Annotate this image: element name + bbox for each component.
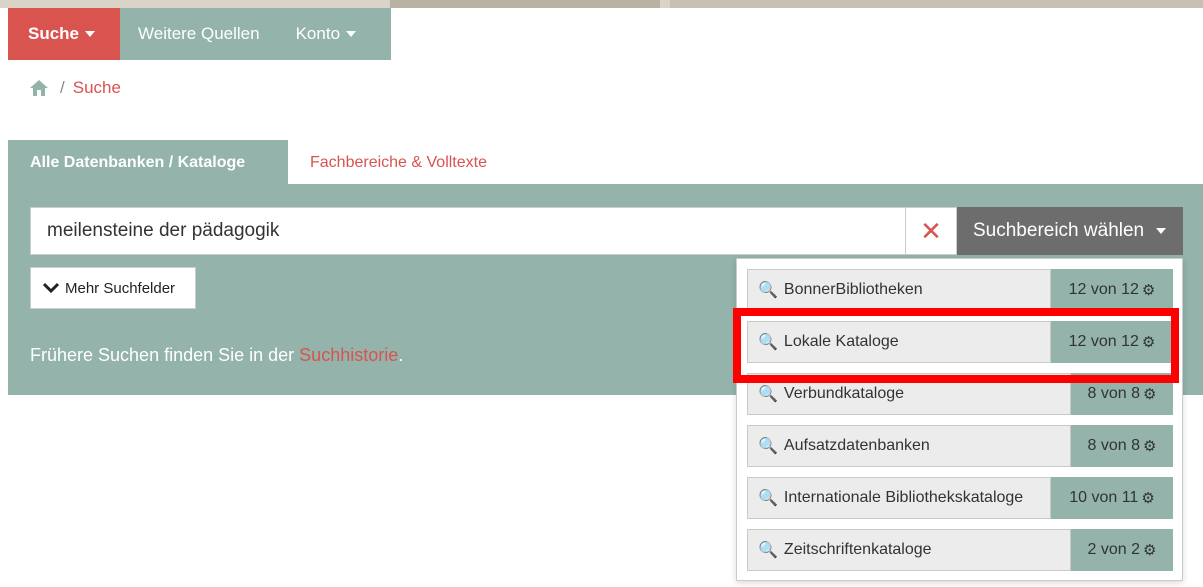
gear-icon: ⚙ — [1143, 438, 1157, 455]
scope-count-value: 12 von 12 — [1068, 281, 1139, 298]
scope-option[interactable]: 🔍 Lokale Kataloge 12 von 12 ⚙ — [747, 321, 1173, 363]
search-input[interactable]: meilensteine der pädagogik — [30, 207, 906, 255]
scope-select-button[interactable]: Suchbereich wählen — [957, 207, 1183, 255]
search-icon: 🔍 — [758, 386, 778, 403]
scope-name: Aufsatzdatenbanken — [783, 437, 930, 454]
close-icon: ✕ — [920, 215, 942, 246]
more-fields-label: Mehr Suchfelder — [65, 279, 176, 297]
scope-dropdown: 🔍 BonnerBibliotheken 12 von 12 ⚙ 🔍 Lokale… — [736, 258, 1183, 581]
scope-option[interactable]: 🔍 BonnerBibliotheken 12 von 12 ⚙ — [747, 269, 1173, 311]
scope-count[interactable]: 8 von 8 ⚙ — [1071, 373, 1173, 415]
scope-option-label[interactable]: 🔍 Verbundkataloge — [747, 373, 1071, 415]
caret-down-icon — [346, 31, 357, 37]
scope-option[interactable]: 🔍 Internationale Bibliothekskataloge 10 … — [747, 477, 1173, 519]
gear-icon: ⚙ — [1141, 490, 1155, 507]
scope-option[interactable]: 🔍 Aufsatzdatenbanken 8 von 8 ⚙ — [747, 425, 1173, 467]
breadcrumb: / Suche — [28, 78, 121, 98]
scope-count[interactable]: 2 von 2 ⚙ — [1071, 529, 1173, 571]
gear-icon: ⚙ — [1143, 542, 1157, 559]
scope-select-label: Suchbereich wählen — [973, 220, 1145, 241]
scope-name: Lokale Kataloge — [783, 333, 899, 350]
scope-count-value: 12 von 12 — [1068, 333, 1139, 350]
tab-fields-fulltexts[interactable]: Fachbereiche & Volltexte — [288, 140, 509, 185]
top-image-strip-segment — [390, 0, 660, 8]
scope-count-value: 2 von 2 — [1087, 541, 1141, 558]
scope-count-value: 10 von 11 — [1069, 489, 1139, 506]
main-navbar: Suche Weitere Quellen Konto — [8, 8, 391, 60]
scope-count[interactable]: 12 von 12 ⚙ — [1051, 321, 1173, 363]
scope-name: BonnerBibliotheken — [783, 281, 923, 298]
breadcrumb-separator: / — [60, 78, 65, 97]
scope-name: Verbundkataloge — [783, 385, 905, 402]
search-icon: 🔍 — [758, 490, 778, 507]
chevron-down-icon — [43, 282, 59, 294]
search-icon: 🔍 — [758, 334, 778, 351]
scope-count[interactable]: 12 von 12 ⚙ — [1051, 269, 1173, 311]
scope-option-label[interactable]: 🔍 Lokale Kataloge — [747, 321, 1051, 363]
nav-more-sources-label: Weitere Quellen — [138, 24, 260, 43]
scope-option[interactable]: 🔍 Verbundkataloge 8 von 8 ⚙ — [747, 373, 1173, 415]
search-icon: 🔍 — [758, 542, 778, 559]
gear-icon: ⚙ — [1141, 282, 1156, 299]
history-link[interactable]: Suchhistorie — [299, 345, 398, 365]
scope-count-value: 8 von 8 — [1087, 437, 1141, 454]
search-icon: 🔍 — [758, 438, 778, 455]
gear-icon: ⚙ — [1143, 386, 1157, 403]
clear-search-button[interactable]: ✕ — [905, 207, 957, 255]
top-image-strip-segment — [670, 0, 1203, 8]
nav-more-sources[interactable]: Weitere Quellen — [120, 8, 278, 60]
scope-option-label[interactable]: 🔍 Internationale Bibliothekskataloge — [747, 477, 1051, 519]
scope-option-label[interactable]: 🔍 BonnerBibliotheken — [747, 269, 1051, 311]
scope-option-label[interactable]: 🔍 Zeitschriftenkataloge — [747, 529, 1071, 571]
scope-count[interactable]: 8 von 8 ⚙ — [1071, 425, 1173, 467]
scope-count-value: 8 von 8 — [1087, 385, 1141, 402]
caret-down-icon — [85, 31, 96, 37]
search-input-value: meilensteine der pädagogik — [47, 220, 280, 241]
gear-icon: ⚙ — [1141, 334, 1156, 351]
nav-account-menu[interactable]: Konto — [278, 8, 374, 60]
breadcrumb-current[interactable]: Suche — [73, 78, 121, 98]
history-suffix: . — [398, 345, 404, 365]
more-fields-button[interactable]: Mehr Suchfelder — [30, 267, 196, 309]
scope-option-label[interactable]: 🔍 Aufsatzdatenbanken — [747, 425, 1071, 467]
search-history-note: Frühere Suchen finden Sie in der Suchhis… — [30, 345, 403, 366]
scope-option[interactable]: 🔍 Zeitschriftenkataloge 2 von 2 ⚙ — [747, 529, 1173, 571]
nav-account-label: Konto — [295, 24, 341, 43]
scope-name: Internationale Bibliothekskataloge — [783, 489, 1024, 506]
search-tabs: Alle Datenbanken / Kataloge Fachbereiche… — [8, 140, 509, 185]
nav-search-menu[interactable]: Suche — [8, 8, 120, 60]
history-prefix: Frühere Suchen finden Sie in der — [30, 345, 300, 365]
scope-count[interactable]: 10 von 11 ⚙ — [1051, 477, 1173, 519]
caret-down-icon — [1156, 228, 1167, 234]
search-icon: 🔍 — [758, 282, 778, 299]
top-image-strip — [0, 0, 1203, 8]
home-icon[interactable] — [28, 78, 50, 98]
nav-search-label: Suche — [28, 24, 80, 43]
scope-name: Zeitschriftenkataloge — [783, 541, 932, 558]
tab-all-databases[interactable]: Alle Datenbanken / Kataloge — [8, 140, 288, 185]
